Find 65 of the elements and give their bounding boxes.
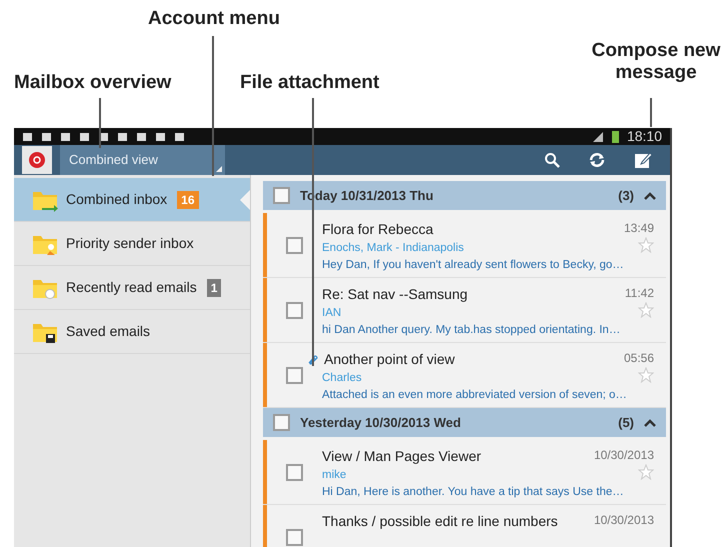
checkbox[interactable] (286, 528, 303, 546)
email-subject: Thanks / possible edit re line numbers (322, 512, 558, 531)
notification-icon (174, 132, 185, 142)
email-subject: View / Man Pages Viewer (322, 447, 482, 466)
dropdown-corner-icon (216, 166, 222, 172)
email-sender: Enochs, Mark - Indianapolis (322, 241, 465, 256)
email-preview: hi Dan Another query. My tab.has stopped orientating. In… (322, 323, 622, 338)
email-time: 13:49 (624, 220, 654, 237)
callout-label: Compose new message (590, 40, 722, 84)
count-badge: 16 (177, 190, 199, 208)
notification-icon (22, 132, 33, 142)
checkbox[interactable] (273, 414, 290, 431)
mailbox-item[interactable]: Recently read emails 1 (14, 266, 250, 310)
email-time: 11:42 (624, 285, 654, 302)
callout-label: Mailbox overview (14, 72, 172, 94)
email-row[interactable]: Thanks / possible edit re line numbers 10/30/2013 (263, 505, 666, 547)
email-sender: IAN (322, 306, 342, 321)
callout-label: Account menu (148, 8, 280, 30)
count-badge: 1 (206, 278, 222, 296)
mailbox-label: Saved emails (66, 322, 150, 341)
notification-icon (117, 132, 128, 142)
email-time: 10/30/2013 (594, 512, 654, 529)
checkbox[interactable] (273, 187, 290, 204)
compose-icon (634, 151, 652, 169)
group-count: (5) (618, 414, 634, 432)
checkbox[interactable] (286, 366, 303, 384)
battery-icon (612, 130, 619, 143)
signal-icon (592, 130, 604, 142)
status-time: 18:10 (626, 128, 662, 146)
email-preview: Hey Dan, If you haven't already sent flowers to Becky, go… (322, 258, 625, 274)
mailbox-item[interactable]: Priority sender inbox (14, 222, 250, 266)
callout-label: File attachment (240, 72, 380, 94)
star-icon[interactable] (638, 237, 654, 253)
email-row[interactable]: View / Man Pages Viewer mike Hi Dan, Here is another. You have a tip that says Use the… 10/30/2013 (263, 440, 666, 505)
refresh-icon (588, 151, 606, 169)
email-time: 05:56 (624, 350, 654, 367)
email-preview: Attached is an even more abbreviated version of seven; o… (322, 388, 628, 404)
checkbox[interactable] (286, 464, 303, 480)
star-icon[interactable] (638, 367, 654, 383)
notification-icon (155, 132, 166, 142)
star-icon[interactable] (638, 302, 654, 318)
account-menu[interactable]: Combined view (60, 145, 225, 175)
notification-icon (136, 132, 147, 142)
mailbox-label: Combined inbox (66, 190, 168, 209)
email-preview: Hi Dan, Here is another. You have a tip that says Use the… (322, 485, 625, 500)
email-subject: Flora for Rebecca (322, 220, 434, 239)
checkbox[interactable] (286, 302, 303, 318)
email-subject: Re: Sat nav --Samsung (322, 285, 468, 304)
email-sender: Charles (322, 371, 363, 386)
email-sender: mike (322, 468, 348, 483)
date-group-header[interactable]: Yesterday 10/30/2013 Wed (5) (263, 408, 666, 437)
star-icon[interactable] (638, 464, 654, 480)
email-time: 10/30/2013 (594, 447, 654, 464)
group-count: (3) (618, 186, 634, 205)
notification-icon (41, 132, 52, 142)
mailbox-label: Recently read emails (66, 278, 197, 297)
notification-icon (79, 132, 90, 142)
search-icon (544, 152, 560, 168)
group-title: Yesterday 10/30/2013 Wed (300, 414, 462, 432)
checkbox[interactable] (286, 236, 303, 254)
mailbox-item[interactable]: Saved emails (14, 310, 250, 354)
mailbox-label: Priority sender inbox (66, 234, 194, 253)
email-subject: Another point of view (324, 350, 455, 369)
mailbox-item[interactable]: Combined inbox 16 (14, 178, 250, 222)
notification-icon (60, 132, 71, 142)
